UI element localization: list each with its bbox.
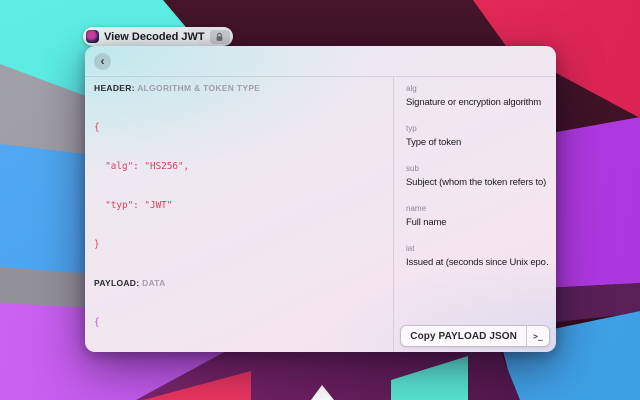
code-line: "alg": "HS256",	[94, 160, 385, 173]
payload-label: PAYLOAD:	[94, 278, 139, 288]
command-pill[interactable]: View Decoded JWT	[83, 27, 233, 46]
desktop: View Decoded JWT ‹ HEADER: ALGORITHM & T…	[0, 0, 640, 400]
window-header: ‹	[85, 46, 556, 77]
copy-button-label: Copy PAYLOAD JSON	[401, 326, 526, 346]
claim-key: sub	[406, 164, 550, 174]
payload-section-label: PAYLOAD: DATA	[94, 277, 385, 290]
payload-sublabel: DATA	[142, 278, 166, 288]
definition-item: alg Signature or encryption algorithm	[406, 84, 550, 109]
code-line: }	[94, 238, 385, 251]
claim-description: Type of token	[406, 137, 550, 149]
app-icon	[86, 30, 99, 43]
code-line: {	[94, 316, 385, 329]
code-panel: HEADER: ALGORITHM & TOKEN TYPE { "alg": …	[85, 77, 393, 352]
lock-icon	[210, 30, 230, 44]
header-section-label: HEADER: ALGORITHM & TOKEN TYPE	[94, 82, 385, 95]
header-json: { "alg": "HS256", "typ": "JWT" }	[94, 95, 385, 277]
header-label: HEADER:	[94, 83, 135, 93]
window-body: HEADER: ALGORITHM & TOKEN TYPE { "alg": …	[85, 77, 556, 352]
claim-key: typ	[406, 124, 550, 134]
definition-item: iat Issued at (seconds since Unix epo…	[406, 244, 550, 269]
definitions-panel: alg Signature or encryption algorithm ty…	[394, 77, 556, 352]
claim-description: Full name	[406, 217, 550, 229]
claim-description: Signature or encryption algorithm	[406, 97, 550, 109]
code-line: "typ": "JWT"	[94, 199, 385, 212]
code-line: {	[94, 121, 385, 134]
header-sublabel: ALGORITHM & TOKEN TYPE	[137, 83, 260, 93]
copy-payload-json-button[interactable]: Copy PAYLOAD JSON >_	[400, 325, 550, 347]
payload-json: { "sub": "1234567890", "name": "John Doe…	[94, 290, 385, 352]
claim-description: Issued at (seconds since Unix epo…	[406, 257, 550, 269]
back-button[interactable]: ‹	[94, 53, 111, 70]
claim-key: name	[406, 204, 550, 214]
decoded-jwt-window: ‹ HEADER: ALGORITHM & TOKEN TYPE { "alg"…	[85, 46, 556, 352]
claim-key: alg	[406, 84, 550, 94]
definition-item: sub Subject (whom the token refers to)	[406, 164, 550, 189]
command-pill-title: View Decoded JWT	[104, 31, 205, 43]
chevron-left-icon: ‹	[101, 54, 105, 68]
claim-description: Subject (whom the token refers to)	[406, 177, 550, 189]
definition-item: name Full name	[406, 204, 550, 229]
claim-key: iat	[406, 244, 550, 254]
definition-item: typ Type of token	[406, 124, 550, 149]
terminal-prompt-icon: >_	[526, 326, 549, 346]
